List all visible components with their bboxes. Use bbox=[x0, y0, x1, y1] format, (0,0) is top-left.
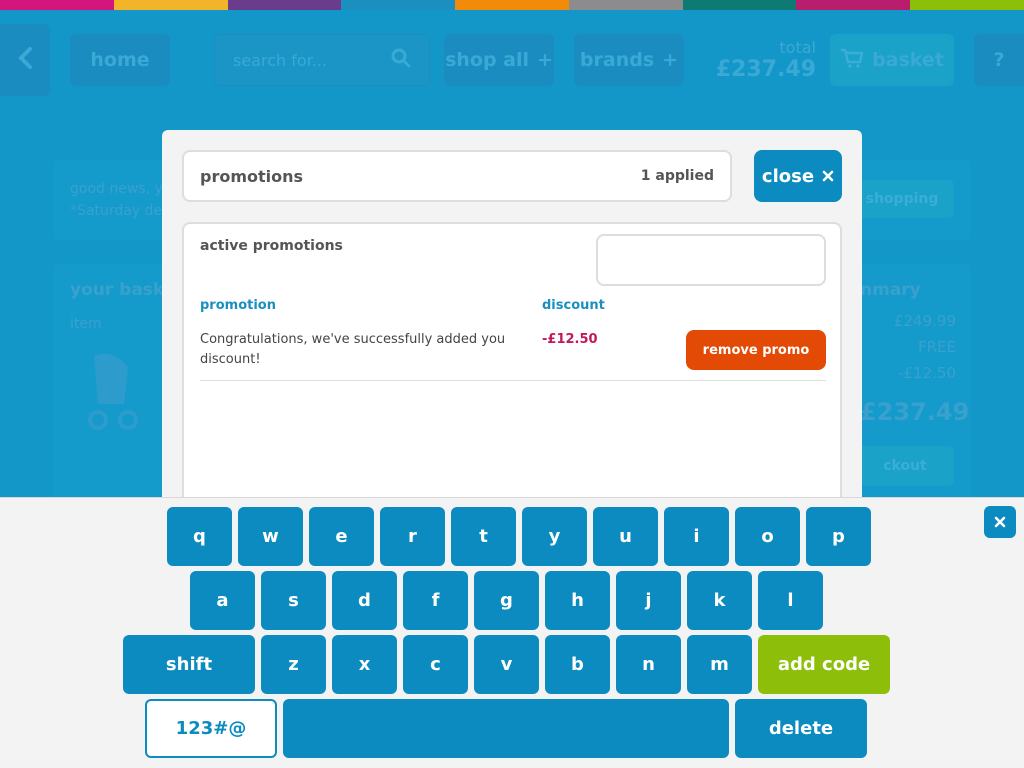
key-j[interactable]: j bbox=[616, 571, 681, 630]
key-g[interactable]: g bbox=[474, 571, 539, 630]
on-screen-keyboard: q w e r t y u i o p a s d f g h j k l shift z x c v b n m add code 1… bbox=[0, 497, 1024, 768]
color-stripe bbox=[682, 0, 797, 10]
plus-icon: + bbox=[537, 49, 553, 71]
key-o[interactable]: o bbox=[735, 507, 800, 566]
key-r[interactable]: r bbox=[380, 507, 445, 566]
key-d[interactable]: d bbox=[332, 571, 397, 630]
brands-button[interactable]: brands + bbox=[574, 34, 684, 86]
key-z[interactable]: z bbox=[261, 635, 326, 694]
key-n[interactable]: n bbox=[616, 635, 681, 694]
active-promotions-title: active promotions bbox=[200, 238, 343, 254]
key-a[interactable]: a bbox=[190, 571, 255, 630]
color-stripe bbox=[227, 0, 342, 10]
close-icon bbox=[822, 166, 834, 187]
key-c[interactable]: c bbox=[403, 635, 468, 694]
key-m[interactable]: m bbox=[687, 635, 752, 694]
column-header-discount: discount bbox=[542, 298, 605, 313]
remove-promo-button[interactable]: remove promo bbox=[686, 330, 826, 370]
home-button[interactable]: home bbox=[70, 34, 170, 86]
help-button[interactable]: ? bbox=[974, 34, 1024, 86]
search-icon bbox=[391, 48, 411, 72]
color-stripe bbox=[796, 0, 911, 10]
space-key[interactable] bbox=[283, 699, 729, 758]
promotion-text: Congratulations, we've successfully adde… bbox=[200, 332, 506, 367]
promotions-title: promotions bbox=[200, 166, 304, 186]
plus-icon: + bbox=[662, 49, 679, 71]
shop-all-button[interactable]: shop all + bbox=[444, 34, 554, 86]
back-button[interactable] bbox=[0, 24, 50, 96]
key-v[interactable]: v bbox=[474, 635, 539, 694]
checkout-button[interactable]: ckout bbox=[856, 446, 954, 486]
key-t[interactable]: t bbox=[451, 507, 516, 566]
key-s[interactable]: s bbox=[261, 571, 326, 630]
add-code-button[interactable]: add code bbox=[758, 635, 890, 694]
search-input[interactable]: search for... bbox=[214, 34, 430, 86]
discount-value: -£12.50 bbox=[542, 332, 598, 347]
color-stripe bbox=[113, 0, 228, 10]
basket-button[interactable]: basket bbox=[830, 34, 954, 86]
close-button[interactable]: close bbox=[754, 150, 842, 202]
keyboard-close-button[interactable] bbox=[984, 506, 1016, 538]
color-stripe bbox=[568, 0, 683, 10]
delete-key[interactable]: delete bbox=[735, 699, 867, 758]
symbols-key[interactable]: 123#@ bbox=[145, 699, 277, 758]
key-p[interactable]: p bbox=[806, 507, 871, 566]
key-x[interactable]: x bbox=[332, 635, 397, 694]
key-q[interactable]: q bbox=[167, 507, 232, 566]
promo-code-input[interactable] bbox=[596, 234, 826, 286]
close-icon bbox=[994, 512, 1006, 533]
continue-shopping-button[interactable]: shopping bbox=[850, 180, 954, 218]
order-summary: nmary £249.99 FREE -£12.50 £237.49 bbox=[860, 280, 970, 426]
key-u[interactable]: u bbox=[593, 507, 658, 566]
key-w[interactable]: w bbox=[238, 507, 303, 566]
color-stripes bbox=[0, 0, 1024, 10]
chevron-left-icon bbox=[18, 46, 32, 74]
key-e[interactable]: e bbox=[309, 507, 374, 566]
key-b[interactable]: b bbox=[545, 635, 610, 694]
column-header-promotion: promotion bbox=[200, 298, 276, 313]
key-y[interactable]: y bbox=[522, 507, 587, 566]
key-k[interactable]: k bbox=[687, 571, 752, 630]
active-promotions-panel: active promotions promotion discount Con… bbox=[182, 222, 842, 512]
color-stripe bbox=[455, 0, 569, 10]
key-h[interactable]: h bbox=[545, 571, 610, 630]
header-total: total £237.49 bbox=[715, 38, 816, 82]
promotions-header: promotions 1 applied bbox=[182, 150, 732, 202]
color-stripe bbox=[341, 0, 456, 10]
key-i[interactable]: i bbox=[664, 507, 729, 566]
applied-count: 1 applied bbox=[640, 168, 714, 184]
row-divider bbox=[200, 380, 826, 381]
key-l[interactable]: l bbox=[758, 571, 823, 630]
shift-key[interactable]: shift bbox=[123, 635, 255, 694]
promotions-modal: promotions 1 applied close active promot… bbox=[162, 130, 862, 512]
key-f[interactable]: f bbox=[403, 571, 468, 630]
color-stripe bbox=[910, 0, 1024, 10]
stroller-icon bbox=[84, 348, 144, 447]
cart-icon bbox=[840, 48, 864, 73]
color-stripe bbox=[0, 0, 114, 10]
